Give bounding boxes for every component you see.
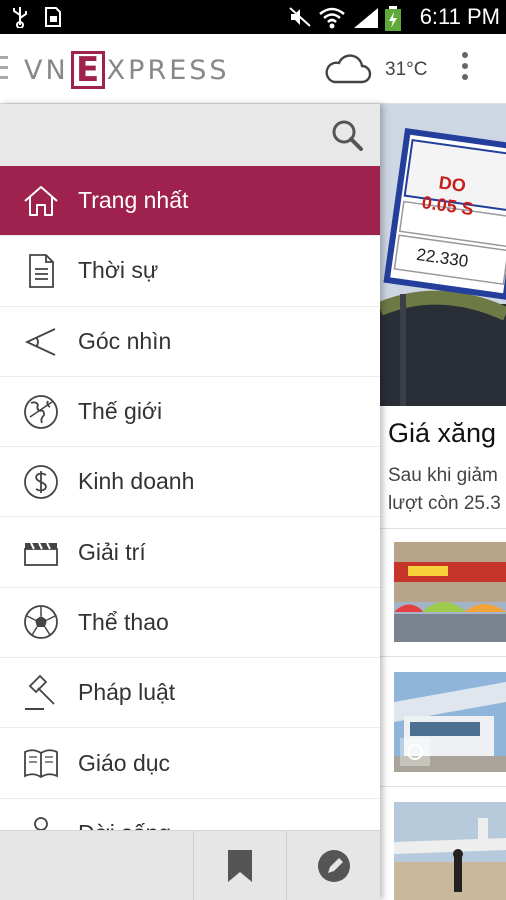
feedback-button[interactable]	[287, 831, 380, 900]
logo-e-mark: E	[70, 51, 105, 89]
divider	[380, 528, 506, 529]
article-feed: DO 0.05 S 22.330 Giá xăng Sau khi giảm l…	[380, 104, 506, 900]
navigation-drawer: Trang nhất Thời sự Góc nhìn Thế giới Kin…	[0, 104, 380, 900]
menu-item-label: Kinh doanh	[78, 468, 195, 495]
menu-item-label: Pháp luật	[78, 679, 176, 706]
menu-item-label: Thế giới	[78, 398, 163, 425]
person-icon	[34, 817, 48, 830]
menu-item-label: Thời sự	[78, 257, 159, 284]
menu-item-the-thao[interactable]: Thể thao	[0, 588, 380, 659]
menu-item-label: Góc nhìn	[78, 327, 172, 354]
dollar-icon	[24, 464, 58, 499]
gavel-icon	[25, 674, 55, 710]
mute-icon	[289, 7, 311, 27]
status-bar: 6:11 PM	[0, 0, 506, 34]
menu-item-phap-luat[interactable]: Pháp luật	[0, 658, 380, 729]
summary-line-2: lượt còn 25.3	[388, 493, 501, 514]
menu-item-label: Giáo dục	[78, 749, 171, 776]
divider	[380, 656, 506, 657]
thumbnail-restaurant[interactable]	[394, 542, 506, 642]
overflow-menu-icon[interactable]	[460, 52, 470, 84]
perspective-icon	[24, 328, 56, 357]
menu-item-giai-tri[interactable]: Giải trí	[0, 517, 380, 588]
logo-text-right: XPRESS	[106, 54, 230, 86]
menu-toggle-icon[interactable]	[0, 56, 8, 80]
clock: 6:11 PM	[419, 4, 500, 29]
home-icon	[24, 185, 58, 216]
sim-icon	[45, 7, 61, 27]
divider	[380, 786, 506, 787]
app-header: VN E XPRESS 31°C	[0, 34, 506, 104]
menu-item-trang-nhat[interactable]: Trang nhất	[0, 166, 380, 237]
bookmark-icon	[228, 850, 252, 882]
search-icon[interactable]	[330, 118, 364, 152]
vnexpress-logo[interactable]: VN E XPRESS	[24, 50, 230, 90]
hero-image[interactable]: DO 0.05 S 22.330	[380, 104, 506, 406]
usb-icon	[13, 7, 27, 28]
thumbnail-building[interactable]	[394, 672, 506, 772]
document-icon	[29, 254, 54, 288]
menu-item-label: Thể thao	[78, 608, 169, 635]
fuel-sign-illustration: DO 0.05 S 22.330	[380, 104, 506, 406]
menu-item-doi-song[interactable]: Đời sống	[0, 799, 380, 830]
clapperboard-icon	[24, 542, 58, 567]
menu-item-label: Trang nhất	[78, 187, 189, 214]
drawer-bottom-bar	[0, 830, 380, 900]
globe-icon	[24, 394, 58, 429]
temperature: 31°C	[385, 59, 428, 80]
photo-badge	[400, 738, 430, 766]
menu-item-kinh-doanh[interactable]: Kinh doanh	[0, 447, 380, 518]
menu-item-label: Giải trí	[78, 538, 146, 565]
logo-text-left: VN	[24, 54, 69, 86]
soccer-ball-icon	[24, 605, 58, 640]
menu-item-goc-nhin[interactable]: Góc nhìn	[0, 307, 380, 377]
signal-icon	[354, 8, 378, 28]
article-summary: Sau khi giảm lượt còn 25.3	[388, 462, 501, 518]
menu-item-thoi-su[interactable]: Thời sự	[0, 236, 380, 307]
sign-text-1: DO	[438, 172, 468, 196]
article-headline[interactable]: Giá xăng	[388, 418, 496, 449]
battery-charging-icon	[385, 6, 401, 31]
cloud-icon	[325, 54, 372, 84]
summary-line-1: Sau khi giảm	[388, 465, 498, 486]
menu-item-label: Đời sống	[78, 820, 171, 830]
wifi-icon	[319, 7, 345, 29]
drawer-search-bar[interactable]	[0, 104, 380, 166]
category-menu: Trang nhất Thời sự Góc nhìn Thế giới Kin…	[0, 166, 380, 830]
thumbnail-plane[interactable]	[394, 802, 506, 900]
bookmark-button[interactable]	[194, 831, 286, 900]
open-book-icon	[24, 749, 58, 779]
menu-item-giao-duc[interactable]: Giáo dục	[0, 728, 380, 799]
menu-item-the-gioi[interactable]: Thế giới	[0, 377, 380, 448]
edit-icon	[317, 850, 350, 882]
